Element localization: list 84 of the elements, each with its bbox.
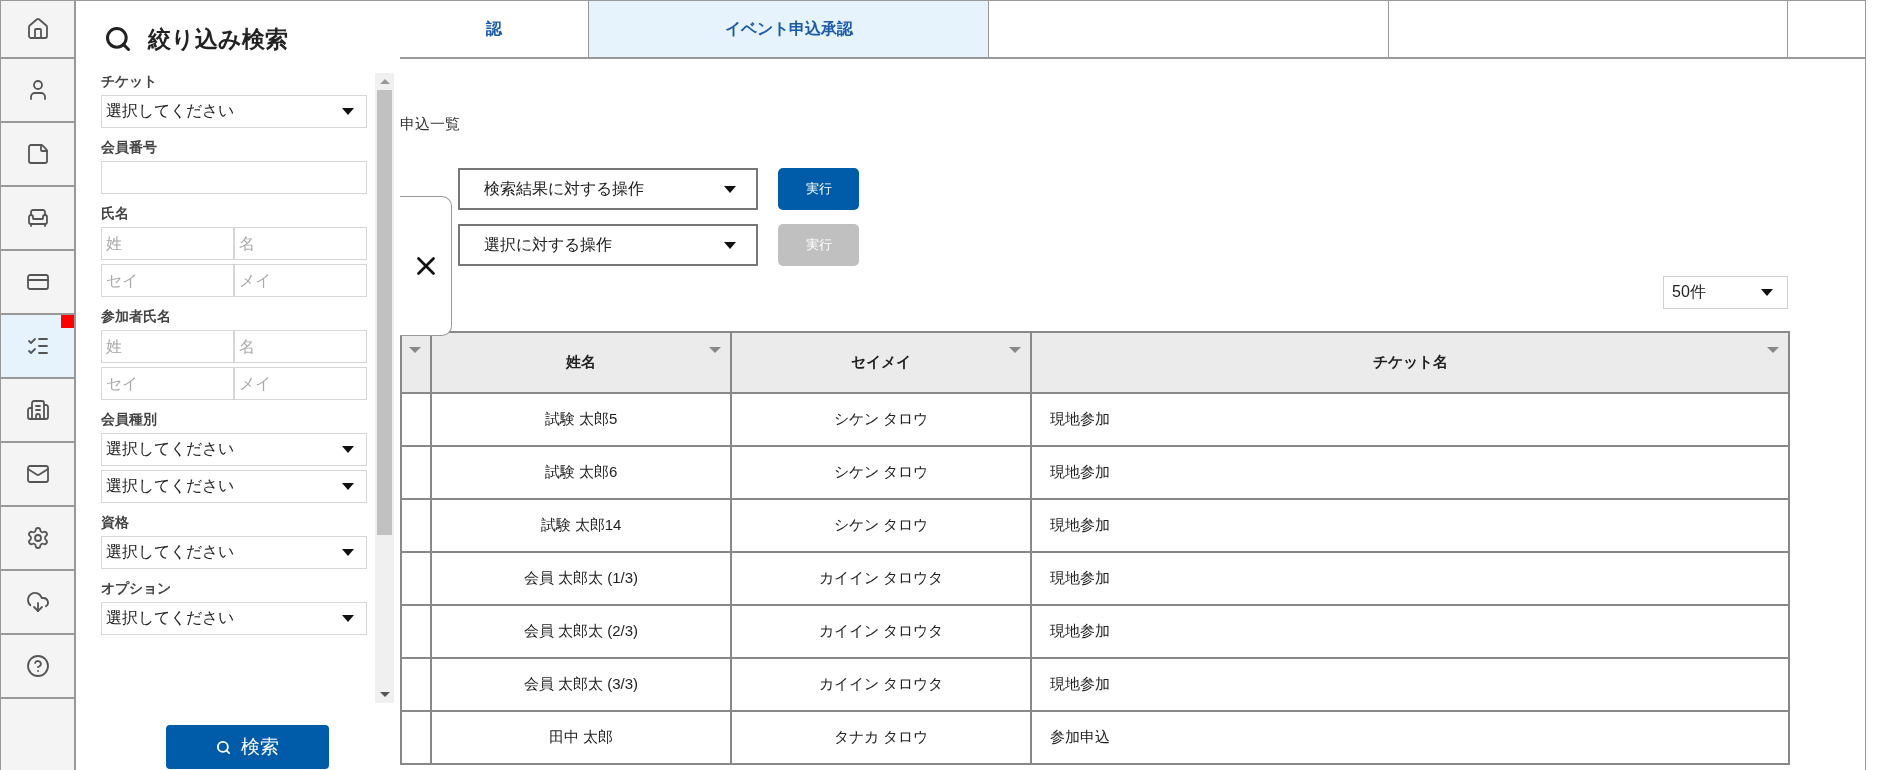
nav-item[interactable] xyxy=(1,315,74,379)
sort-icon[interactable] xyxy=(409,347,421,353)
run-button[interactable]: 実行 xyxy=(778,168,859,210)
table-cell: 田中 太郎 xyxy=(431,711,731,764)
help-icon xyxy=(25,654,50,678)
caret-icon xyxy=(342,615,354,622)
table-cell: 現地参加 xyxy=(1031,658,1789,711)
field-label: 会員番号 xyxy=(101,139,158,157)
sort-icon[interactable] xyxy=(709,347,721,353)
note-icon xyxy=(25,142,50,166)
cloud-download-icon xyxy=(25,590,50,614)
caret-icon xyxy=(342,483,354,490)
page-title: 申込一覧 xyxy=(400,115,461,134)
field-label: チケット xyxy=(101,73,158,91)
field-label: 氏名 xyxy=(101,205,130,223)
table-cell: 現地参加 xyxy=(1031,446,1789,499)
field-label: 参加者氏名 xyxy=(101,308,172,326)
table-cell xyxy=(401,499,431,552)
mail-icon xyxy=(25,462,50,486)
table-cell: タナカ タロウ xyxy=(731,711,1031,764)
table-cell: シケン タロウ xyxy=(731,446,1031,499)
input-field[interactable]: 名 xyxy=(234,330,367,363)
input-field[interactable]: 姓 xyxy=(101,330,234,363)
input-field[interactable]: メイ xyxy=(234,264,367,297)
caret-icon xyxy=(342,549,354,556)
table-cell xyxy=(401,446,431,499)
table-cell: シケン タロウ xyxy=(731,393,1031,446)
field-label: オプション xyxy=(101,580,172,598)
table-cell: シケン タロウ xyxy=(731,499,1031,552)
page-size-select[interactable]: 50件 xyxy=(1663,276,1788,309)
table-cell xyxy=(401,393,431,446)
select-field[interactable]: 選択してください xyxy=(101,602,367,635)
table-cell: 会員 太郎太 (3/3) xyxy=(431,658,731,711)
input-field[interactable]: 姓 xyxy=(101,227,234,260)
close-button[interactable] xyxy=(400,196,452,336)
field-label: 会員種別 xyxy=(101,411,158,429)
table-cell: 現地参加 xyxy=(1031,552,1789,605)
column-header[interactable]: チケット名 xyxy=(1031,332,1789,393)
table-cell: カイイン タロウタ xyxy=(731,605,1031,658)
table-cell: 試験 太郎6 xyxy=(431,446,731,499)
table-cell: 試験 太郎5 xyxy=(431,393,731,446)
select-field[interactable]: 選択してください xyxy=(101,470,367,503)
caret-icon xyxy=(342,108,354,115)
caret-icon xyxy=(342,446,354,453)
table-cell xyxy=(401,605,431,658)
search-icon xyxy=(216,739,231,755)
column-header[interactable]: 姓名 xyxy=(431,332,731,393)
building-icon xyxy=(25,398,50,422)
search-icon xyxy=(104,25,132,53)
input-field[interactable]: セイ xyxy=(101,367,234,400)
caret-icon xyxy=(724,241,736,249)
table-cell: カイイン タロウタ xyxy=(731,552,1031,605)
sort-icon[interactable] xyxy=(1767,347,1779,353)
action-select[interactable]: 検索結果に対する操作 xyxy=(458,168,758,210)
select-field[interactable]: 選択してください xyxy=(101,536,367,569)
settings-icon xyxy=(25,526,50,550)
search-button[interactable]: 検索 xyxy=(166,725,329,769)
table-cell: 現地参加 xyxy=(1031,499,1789,552)
caret-icon xyxy=(724,185,736,193)
table-cell xyxy=(401,711,431,764)
input-field[interactable]: メイ xyxy=(234,367,367,400)
table-cell: 試験 太郎14 xyxy=(431,499,731,552)
input-field[interactable]: 名 xyxy=(234,227,367,260)
table-cell: 現地参加 xyxy=(1031,605,1789,658)
home-icon xyxy=(25,17,50,41)
table-cell xyxy=(401,658,431,711)
panel-title: 絞り込み検索 xyxy=(148,24,288,54)
scrollbar[interactable] xyxy=(375,73,394,703)
table-cell: 会員 太郎太 (2/3) xyxy=(431,605,731,658)
table-cell: 参加申込 xyxy=(1031,711,1789,764)
table-cell: 現地参加 xyxy=(1031,393,1789,446)
select-field[interactable]: 選択してください xyxy=(101,433,367,466)
tab[interactable]: イベント申込承認 xyxy=(589,1,989,57)
caret-icon xyxy=(1761,289,1773,296)
field-label: 資格 xyxy=(101,514,130,532)
input-field[interactable] xyxy=(101,161,367,194)
table-cell: カイイン タロウタ xyxy=(731,658,1031,711)
column-header[interactable]: セイメイ xyxy=(731,332,1031,393)
select-field[interactable]: 選択してください xyxy=(101,95,367,128)
input-field[interactable]: セイ xyxy=(101,264,234,297)
seat-icon xyxy=(25,206,50,230)
table-cell xyxy=(401,552,431,605)
table-cell: 会員 太郎太 (1/3) xyxy=(431,552,731,605)
sort-icon[interactable] xyxy=(1009,347,1021,353)
